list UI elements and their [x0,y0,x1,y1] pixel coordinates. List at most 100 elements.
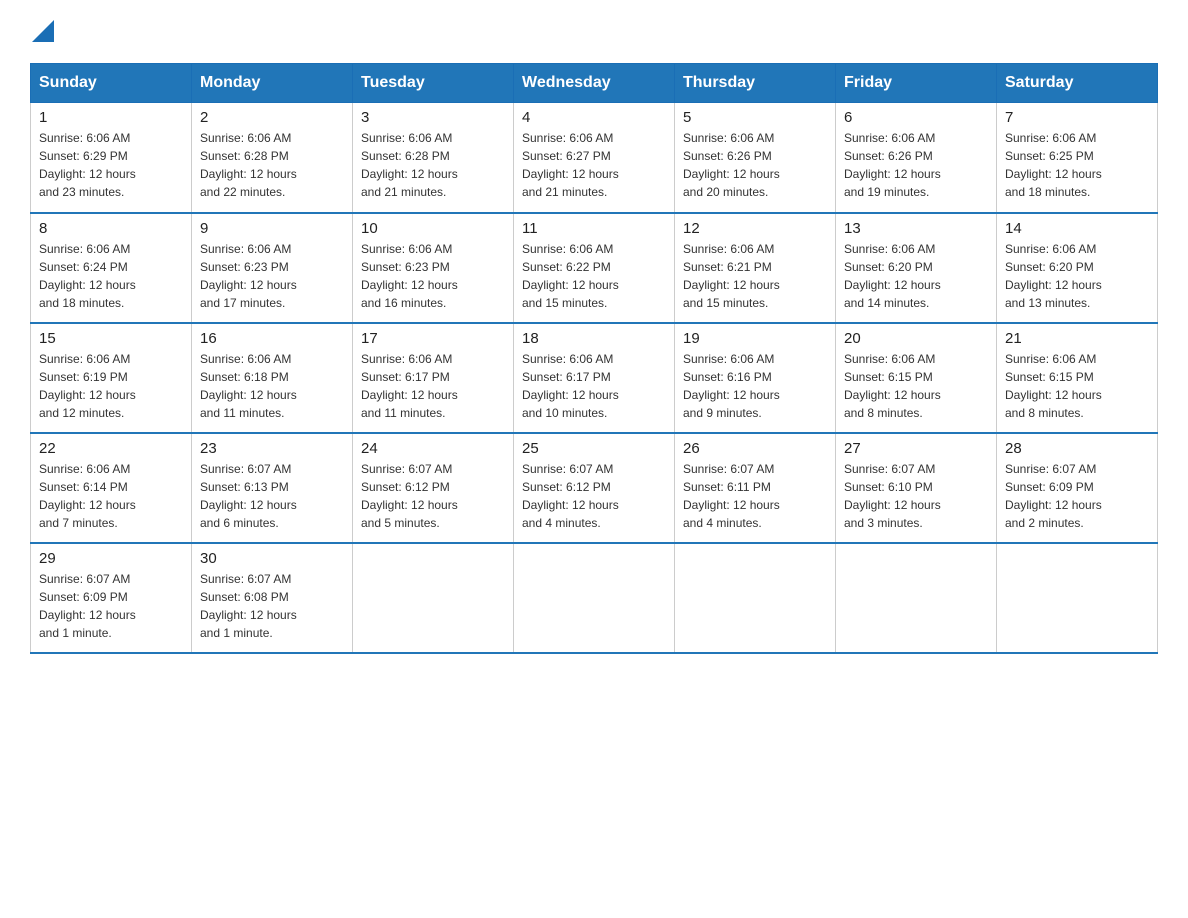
day-number: 3 [361,109,505,126]
day-number: 17 [361,330,505,347]
calendar-cell [675,543,836,653]
day-number: 9 [200,220,344,237]
calendar-cell: 24 Sunrise: 6:07 AMSunset: 6:12 PMDayligh… [353,433,514,543]
logo [30,20,54,47]
day-number: 29 [39,550,183,567]
day-number: 26 [683,440,827,457]
calendar-cell [514,543,675,653]
header [30,20,1158,47]
calendar-cell: 27 Sunrise: 6:07 AMSunset: 6:10 PMDayligh… [836,433,997,543]
day-info: Sunrise: 6:06 AMSunset: 6:17 PMDaylight:… [522,350,666,422]
day-number: 11 [522,220,666,237]
calendar-cell: 17 Sunrise: 6:06 AMSunset: 6:17 PMDayligh… [353,323,514,433]
day-info: Sunrise: 6:07 AMSunset: 6:08 PMDaylight:… [200,570,344,642]
calendar-cell: 23 Sunrise: 6:07 AMSunset: 6:13 PMDayligh… [192,433,353,543]
day-number: 4 [522,109,666,126]
day-number: 12 [683,220,827,237]
day-info: Sunrise: 6:06 AMSunset: 6:17 PMDaylight:… [361,350,505,422]
day-info: Sunrise: 6:06 AMSunset: 6:26 PMDaylight:… [683,129,827,201]
col-header-friday: Friday [836,64,997,103]
day-number: 24 [361,440,505,457]
col-header-sunday: Sunday [31,64,192,103]
day-info: Sunrise: 6:06 AMSunset: 6:22 PMDaylight:… [522,240,666,312]
calendar-cell [997,543,1158,653]
day-info: Sunrise: 6:06 AMSunset: 6:28 PMDaylight:… [200,129,344,201]
calendar-cell: 7 Sunrise: 6:06 AMSunset: 6:25 PMDaylight… [997,103,1158,213]
col-header-wednesday: Wednesday [514,64,675,103]
calendar-header-row: SundayMondayTuesdayWednesdayThursdayFrid… [31,64,1158,103]
day-info: Sunrise: 6:06 AMSunset: 6:15 PMDaylight:… [844,350,988,422]
day-number: 20 [844,330,988,347]
day-number: 15 [39,330,183,347]
calendar-cell: 4 Sunrise: 6:06 AMSunset: 6:27 PMDaylight… [514,103,675,213]
logo-triangle-icon [32,20,54,42]
calendar-cell: 25 Sunrise: 6:07 AMSunset: 6:12 PMDayligh… [514,433,675,543]
day-info: Sunrise: 6:07 AMSunset: 6:13 PMDaylight:… [200,460,344,532]
col-header-saturday: Saturday [997,64,1158,103]
day-number: 28 [1005,440,1149,457]
day-number: 13 [844,220,988,237]
day-info: Sunrise: 6:06 AMSunset: 6:28 PMDaylight:… [361,129,505,201]
day-info: Sunrise: 6:06 AMSunset: 6:15 PMDaylight:… [1005,350,1149,422]
day-number: 16 [200,330,344,347]
calendar-cell [836,543,997,653]
calendar-cell: 2 Sunrise: 6:06 AMSunset: 6:28 PMDaylight… [192,103,353,213]
calendar-cell: 11 Sunrise: 6:06 AMSunset: 6:22 PMDayligh… [514,213,675,323]
day-info: Sunrise: 6:06 AMSunset: 6:14 PMDaylight:… [39,460,183,532]
day-number: 8 [39,220,183,237]
day-info: Sunrise: 6:06 AMSunset: 6:29 PMDaylight:… [39,129,183,201]
calendar-cell: 12 Sunrise: 6:06 AMSunset: 6:21 PMDayligh… [675,213,836,323]
day-number: 5 [683,109,827,126]
day-info: Sunrise: 6:07 AMSunset: 6:09 PMDaylight:… [39,570,183,642]
day-number: 22 [39,440,183,457]
calendar-cell: 21 Sunrise: 6:06 AMSunset: 6:15 PMDayligh… [997,323,1158,433]
calendar-week-row: 29 Sunrise: 6:07 AMSunset: 6:09 PMDayligh… [31,543,1158,653]
day-info: Sunrise: 6:06 AMSunset: 6:18 PMDaylight:… [200,350,344,422]
day-number: 14 [1005,220,1149,237]
calendar-week-row: 8 Sunrise: 6:06 AMSunset: 6:24 PMDaylight… [31,213,1158,323]
calendar-cell: 1Sunrise: 6:06 AMSunset: 6:29 PMDaylight… [31,103,192,213]
calendar-cell: 26 Sunrise: 6:07 AMSunset: 6:11 PMDayligh… [675,433,836,543]
day-number: 2 [200,109,344,126]
calendar-week-row: 15 Sunrise: 6:06 AMSunset: 6:19 PMDayligh… [31,323,1158,433]
day-number: 19 [683,330,827,347]
day-number: 27 [844,440,988,457]
col-header-thursday: Thursday [675,64,836,103]
day-number: 23 [200,440,344,457]
day-info: Sunrise: 6:06 AMSunset: 6:20 PMDaylight:… [844,240,988,312]
day-number: 21 [1005,330,1149,347]
calendar-cell: 30 Sunrise: 6:07 AMSunset: 6:08 PMDayligh… [192,543,353,653]
day-info: Sunrise: 6:06 AMSunset: 6:24 PMDaylight:… [39,240,183,312]
calendar-cell: 16 Sunrise: 6:06 AMSunset: 6:18 PMDayligh… [192,323,353,433]
day-info: Sunrise: 6:07 AMSunset: 6:10 PMDaylight:… [844,460,988,532]
day-info: Sunrise: 6:06 AMSunset: 6:25 PMDaylight:… [1005,129,1149,201]
day-number: 18 [522,330,666,347]
calendar-table: SundayMondayTuesdayWednesdayThursdayFrid… [30,63,1158,654]
day-number: 30 [200,550,344,567]
day-info: Sunrise: 6:07 AMSunset: 6:11 PMDaylight:… [683,460,827,532]
calendar-cell: 3 Sunrise: 6:06 AMSunset: 6:28 PMDaylight… [353,103,514,213]
day-number: 25 [522,440,666,457]
calendar-cell: 28Sunrise: 6:07 AMSunset: 6:09 PMDayligh… [997,433,1158,543]
day-number: 7 [1005,109,1149,126]
day-number: 6 [844,109,988,126]
day-info: Sunrise: 6:06 AMSunset: 6:21 PMDaylight:… [683,240,827,312]
day-info: Sunrise: 6:06 AMSunset: 6:16 PMDaylight:… [683,350,827,422]
day-info: Sunrise: 6:07 AMSunset: 6:12 PMDaylight:… [522,460,666,532]
calendar-cell: 14Sunrise: 6:06 AMSunset: 6:20 PMDayligh… [997,213,1158,323]
calendar-cell: 9Sunrise: 6:06 AMSunset: 6:23 PMDaylight… [192,213,353,323]
calendar-cell: 18 Sunrise: 6:06 AMSunset: 6:17 PMDayligh… [514,323,675,433]
day-info: Sunrise: 6:06 AMSunset: 6:19 PMDaylight:… [39,350,183,422]
day-info: Sunrise: 6:07 AMSunset: 6:12 PMDaylight:… [361,460,505,532]
calendar-cell: 20 Sunrise: 6:06 AMSunset: 6:15 PMDayligh… [836,323,997,433]
calendar-cell: 5 Sunrise: 6:06 AMSunset: 6:26 PMDaylight… [675,103,836,213]
calendar-cell: 10 Sunrise: 6:06 AMSunset: 6:23 PMDayligh… [353,213,514,323]
calendar-cell: 15 Sunrise: 6:06 AMSunset: 6:19 PMDayligh… [31,323,192,433]
col-header-monday: Monday [192,64,353,103]
calendar-cell: 22 Sunrise: 6:06 AMSunset: 6:14 PMDayligh… [31,433,192,543]
day-info: Sunrise: 6:06 AMSunset: 6:23 PMDaylight:… [361,240,505,312]
calendar-week-row: 22 Sunrise: 6:06 AMSunset: 6:14 PMDayligh… [31,433,1158,543]
day-info: Sunrise: 6:06 AMSunset: 6:27 PMDaylight:… [522,129,666,201]
calendar-cell: 19 Sunrise: 6:06 AMSunset: 6:16 PMDayligh… [675,323,836,433]
day-number: 10 [361,220,505,237]
